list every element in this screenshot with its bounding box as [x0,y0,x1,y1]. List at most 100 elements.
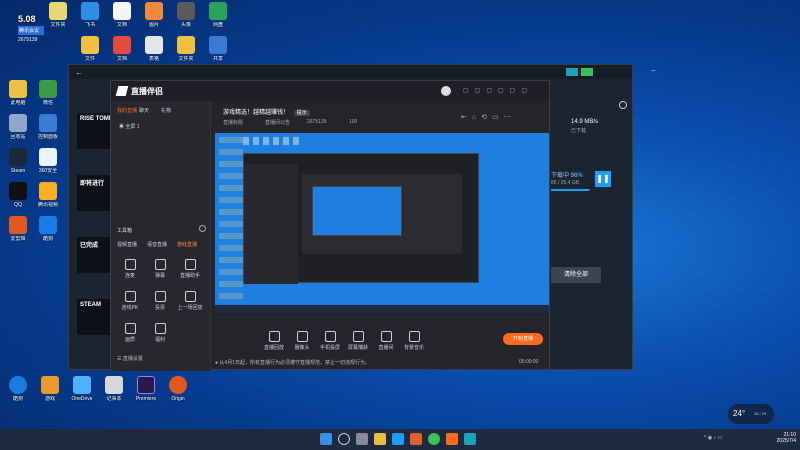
scene-item[interactable]: ◉ 全屏 1 [119,123,140,130]
desktop-icon[interactable]: OneDrive [64,376,100,402]
desktop-icon[interactable]: 共享 [200,36,236,62]
game-icon[interactable] [464,433,476,445]
tool-button[interactable]: 福利 [147,323,173,343]
start-live-button[interactable]: 开始直播 [503,333,543,345]
tool-icon [124,259,136,270]
tool-label: 连线PK [121,305,139,311]
weather-range: 28 / 23 [754,411,767,416]
top-right-icons: ⇤⌂⟲▭⋯ [461,114,516,121]
action-icon [324,331,336,342]
desktop-icon[interactable]: 记事本 [96,376,132,402]
launcher-tab[interactable]: 礼物 [161,107,171,114]
desktop-icon[interactable]: 表格 [136,36,172,62]
status-label[interactable]: 直播间公告 [265,119,290,126]
nav-back-button[interactable]: ← [75,68,83,77]
app-icon[interactable] [410,433,422,445]
status-label[interactable]: 直播标题 [223,119,243,126]
progress-fill [551,189,590,191]
desktop-icon[interactable]: 酷狗 [30,216,66,242]
avatar[interactable] [441,86,451,96]
tool-icon [124,323,136,334]
preview-desktop-icons [219,137,243,307]
teal-button[interactable] [566,68,578,76]
section-tab[interactable]: 语音直播 [147,241,167,248]
status-label[interactable]: 2675139 [307,119,326,125]
bottom-action-button[interactable]: 直播回放 [261,331,287,351]
edge-icon[interactable] [392,433,404,445]
tool-label: 弹幕 [154,273,165,279]
desktop-icon[interactable]: 网盘 [200,2,236,28]
nested-capture [312,186,402,236]
desktop-icon-label: 控制面板 [37,134,58,140]
desktop-icon[interactable]: Origin [160,376,196,402]
explorer-icon[interactable] [374,433,386,445]
section-tab[interactable]: 视频直播 [117,241,137,248]
desktop-app-icon [9,114,27,132]
start-icon[interactable] [320,433,332,445]
chrome-icon[interactable] [428,433,440,445]
bottom-action-button[interactable]: 直播间 [373,331,399,351]
bottom-action-button[interactable]: 手机投屏 [317,331,343,351]
stream-app-icon[interactable] [446,433,458,445]
action-label: 摄像头 [294,345,310,351]
launcher-tabs: 我的直播 聊天 礼物 [117,107,207,115]
tool-button[interactable]: 投票 [147,291,173,311]
clear-all-button[interactable]: 清除全部 [551,267,601,283]
download-titlebar: ← ‒ [69,65,655,79]
desktop-icon[interactable]: 腾讯视频 [30,182,66,208]
desktop-icon[interactable]: 酷狗 [0,376,36,402]
tool-button[interactable]: 画质 [117,323,143,343]
desktop-icon[interactable]: 文档 [104,2,140,28]
tool-button[interactable]: 上一场回放 [177,291,203,311]
desktop-icon[interactable]: 图片 [136,2,172,28]
bottom-action-button[interactable]: 背景音乐 [401,331,427,351]
clock-date: 2025/7/4 [776,438,796,444]
taskview-icon[interactable] [356,433,368,445]
notice-bar: 游戏精选！越精越赚钱！ 提示 [223,107,310,116]
timer: 00:00:00 [519,359,539,365]
desktop-app-icon [9,216,27,234]
tool-label: 福利 [154,337,165,343]
pause-button[interactable]: ❚❚ [595,171,611,187]
desktop-icon[interactable]: 文件 [72,36,108,62]
bottom-action-button[interactable]: 屏幕捕获 [345,331,371,351]
tool-label: 直播助手 [179,273,200,279]
stream-window: 直播伴侣 ▢▢▢▢▢▢ 我的直播 聊天 礼物 ◉ 全屏 1 工具箱 视频直播 语音直播… [110,80,550,371]
tool-button[interactable]: 连麦 [117,259,143,279]
launcher-tab[interactable]: 我的直播 [117,107,137,114]
desktop-app-icon [39,216,57,234]
right-panel: 14.9 MB/s 已下载 下载中 96% 86 / 25.4 GB ❚❚ 清除… [551,85,631,365]
desktop-icon[interactable]: 游戏 [32,376,68,402]
settings-icon[interactable] [619,101,627,109]
weather-widget[interactable]: 24° 28 / 23 [728,404,774,424]
tool-button[interactable]: 直播助手 [177,259,203,279]
section-tab[interactable]: 游戏直播 [177,241,197,248]
minimize-button[interactable]: ‒ [651,66,655,75]
action-label: 屏幕捕获 [347,345,368,351]
green-button[interactable] [581,68,593,76]
desktop-icon[interactable]: 飞书 [72,2,108,28]
action-label: 直播回放 [263,345,284,351]
tool-icon [154,323,166,334]
live-badge[interactable]: 提示 [293,110,310,116]
download-speed-sub: 已下载 [571,128,587,134]
search-icon[interactable] [338,433,350,445]
desktop-icon[interactable]: 控制面板 [30,114,66,140]
desktop-icon[interactable]: 文件夹 [168,36,204,62]
desktop-icon[interactable]: 微信 [30,80,66,106]
download-speed: 14.9 MB/s [571,119,599,125]
bottom-action-button[interactable]: 摄像头 [289,331,315,351]
clock[interactable]: 21:10 2025/7/4 [764,432,796,444]
tool-button[interactable]: 连线PK [117,291,143,311]
launcher-panel: 我的直播 聊天 礼物 ◉ 全屏 1 工具箱 视频直播 语音直播 游戏直播 连麦 弹幕 直播助… [111,101,211,371]
desktop-icon[interactable]: 文件夹 [40,2,76,28]
desktop-icon[interactable]: Premiere [128,376,164,402]
tool-button[interactable]: 弹幕 [147,259,173,279]
desktop-icon[interactable]: 头像 [168,2,204,28]
tools-grid: 连麦 弹幕 直播助手连线PK 投票 上一场回放画质 福利 [117,259,209,359]
tools-toggle-icon[interactable] [199,225,206,232]
launcher-tab[interactable]: 聊天 [139,107,149,114]
status-label[interactable]: 100 [349,119,357,125]
desktop-icon[interactable]: 360安全 [30,148,66,174]
desktop-icon[interactable]: 文档 [104,36,140,62]
